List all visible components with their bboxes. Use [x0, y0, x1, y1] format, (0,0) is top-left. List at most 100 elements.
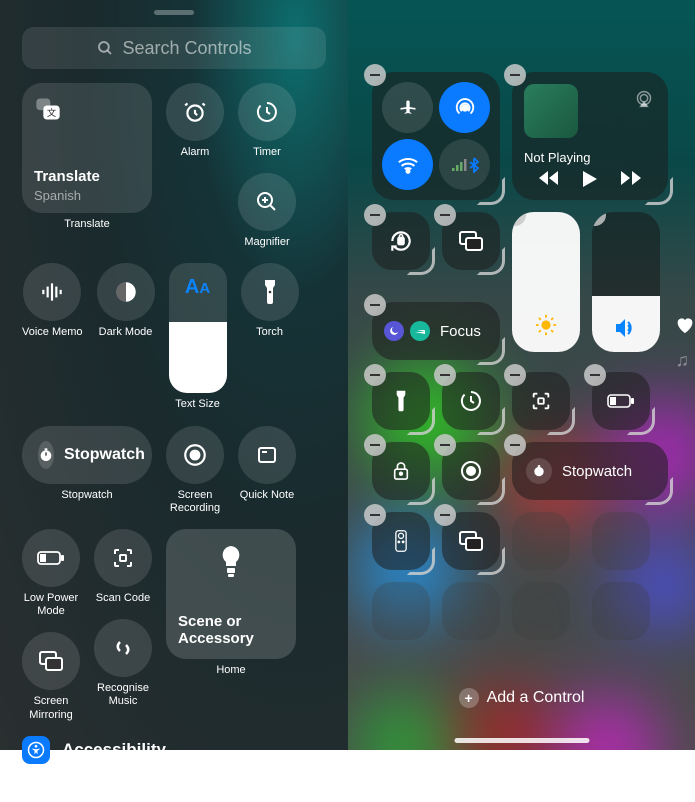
media-widget[interactable]: Not Playing	[512, 72, 668, 200]
hearing-button[interactable]	[166, 774, 224, 802]
resize-handle[interactable]	[481, 551, 505, 575]
home-item: Scene or Accessory Home	[166, 529, 296, 677]
accessibility-shortcut-button[interactable]	[22, 774, 80, 802]
forward-button[interactable]	[620, 170, 642, 188]
favorite-heart-icon[interactable]	[675, 316, 695, 334]
screen-recording-button[interactable]	[166, 426, 224, 484]
empty-slot[interactable]	[512, 512, 570, 570]
moon-icon	[384, 321, 404, 341]
airdrop-toggle[interactable]	[439, 82, 490, 133]
voice-memo-button[interactable]	[23, 263, 81, 321]
resize-handle[interactable]	[481, 341, 505, 365]
resize-handle[interactable]	[631, 411, 655, 435]
keyboard-icon	[254, 794, 280, 802]
voice-memo-item: Voice Memo	[22, 263, 83, 339]
connectivity-widget[interactable]	[372, 72, 500, 200]
volume-slider[interactable]	[592, 212, 660, 352]
screen-mirroring-button[interactable]	[442, 212, 500, 270]
empty-slot[interactable]	[372, 582, 430, 640]
recognise-music-button[interactable]	[94, 619, 152, 677]
scan-code-button[interactable]	[512, 372, 570, 430]
translate-tile[interactable]: 文 Translate Spanish	[22, 83, 152, 213]
quick-note-button[interactable]	[238, 426, 296, 484]
airplay-icon[interactable]	[634, 90, 654, 108]
bed-icon	[410, 321, 430, 341]
apple-tv-remote-button[interactable]	[372, 512, 430, 570]
remove-button[interactable]	[364, 364, 386, 386]
alarm-button[interactable]	[166, 83, 224, 141]
remove-button[interactable]	[434, 434, 456, 456]
remove-button[interactable]	[434, 504, 456, 526]
keyboard-button[interactable]	[238, 774, 296, 802]
remove-button[interactable]	[504, 64, 526, 86]
sheet-grabber[interactable]	[154, 10, 194, 15]
battery-icon	[37, 550, 65, 566]
stopwatch-widget[interactable]: Stopwatch	[512, 442, 668, 500]
remove-button[interactable]	[364, 434, 386, 456]
timer-button[interactable]	[238, 83, 296, 141]
dark-mode-button[interactable]	[97, 263, 155, 321]
focus-widget[interactable]: Focus	[372, 302, 500, 360]
empty-slot[interactable]	[592, 582, 650, 640]
translate-title: Translate	[34, 168, 100, 185]
remove-button[interactable]	[364, 294, 386, 316]
screen-recording-button[interactable]	[442, 442, 500, 500]
remove-button[interactable]	[434, 364, 456, 386]
airplane-toggle[interactable]	[382, 82, 433, 133]
empty-slot[interactable]	[512, 582, 570, 640]
home-tile[interactable]: Scene or Accessory	[166, 529, 296, 659]
lock-button[interactable]	[372, 442, 430, 500]
rewind-button[interactable]	[538, 170, 560, 188]
remove-button[interactable]	[364, 204, 386, 226]
remove-button[interactable]	[504, 434, 526, 456]
empty-slot[interactable]	[592, 512, 650, 570]
resize-handle[interactable]	[551, 411, 575, 435]
timer-icon	[255, 100, 279, 124]
sun-icon	[535, 314, 557, 336]
brightness-slider[interactable]	[512, 212, 580, 352]
empty-slot[interactable]	[442, 582, 500, 640]
rotation-lock-button[interactable]	[372, 212, 430, 270]
resize-handle[interactable]	[481, 251, 505, 275]
text-size-slider[interactable]: AA	[169, 263, 227, 393]
resize-handle[interactable]	[481, 481, 505, 505]
resize-handle[interactable]	[411, 251, 435, 275]
svg-text:文: 文	[47, 107, 56, 118]
remove-button[interactable]	[584, 364, 606, 386]
resize-handle[interactable]	[411, 411, 435, 435]
remove-button[interactable]	[504, 364, 526, 386]
screen-mirroring-button-2[interactable]	[442, 512, 500, 570]
record-icon	[182, 442, 208, 468]
remove-button[interactable]	[592, 212, 606, 226]
remove-button[interactable]	[512, 212, 526, 226]
search-controls-field[interactable]: Search Controls	[22, 27, 326, 69]
resize-handle[interactable]	[649, 481, 673, 505]
resize-handle[interactable]	[411, 551, 435, 575]
magnifier-button[interactable]	[238, 173, 296, 231]
plus-icon: +	[459, 688, 479, 708]
remove-button[interactable]	[364, 504, 386, 526]
resize-handle[interactable]	[411, 481, 435, 505]
battery-icon	[607, 394, 635, 408]
stopwatch-pill[interactable]: Stopwatch	[22, 426, 152, 484]
torch-button[interactable]	[372, 372, 430, 430]
torch-button[interactable]	[241, 263, 299, 321]
timer-item: Timer	[238, 83, 296, 159]
remote-icon	[395, 529, 407, 553]
play-button[interactable]	[582, 170, 598, 188]
remove-button[interactable]	[434, 204, 456, 226]
magnifier-icon	[255, 190, 279, 214]
timer-button[interactable]	[442, 372, 500, 430]
music-note-icon: ♫	[676, 350, 690, 371]
low-power-button[interactable]	[22, 529, 80, 587]
flashlight-icon	[263, 279, 277, 305]
apple-tv-remote-button[interactable]	[94, 774, 152, 802]
screen-mirroring-button[interactable]	[22, 632, 80, 690]
wifi-toggle[interactable]	[382, 139, 433, 190]
resize-handle[interactable]	[649, 181, 673, 205]
resize-handle[interactable]	[481, 411, 505, 435]
low-power-button[interactable]	[592, 372, 650, 430]
resize-handle[interactable]	[481, 181, 505, 205]
scan-code-button[interactable]	[94, 529, 152, 587]
add-control-button[interactable]: + Add a Control	[348, 688, 695, 708]
